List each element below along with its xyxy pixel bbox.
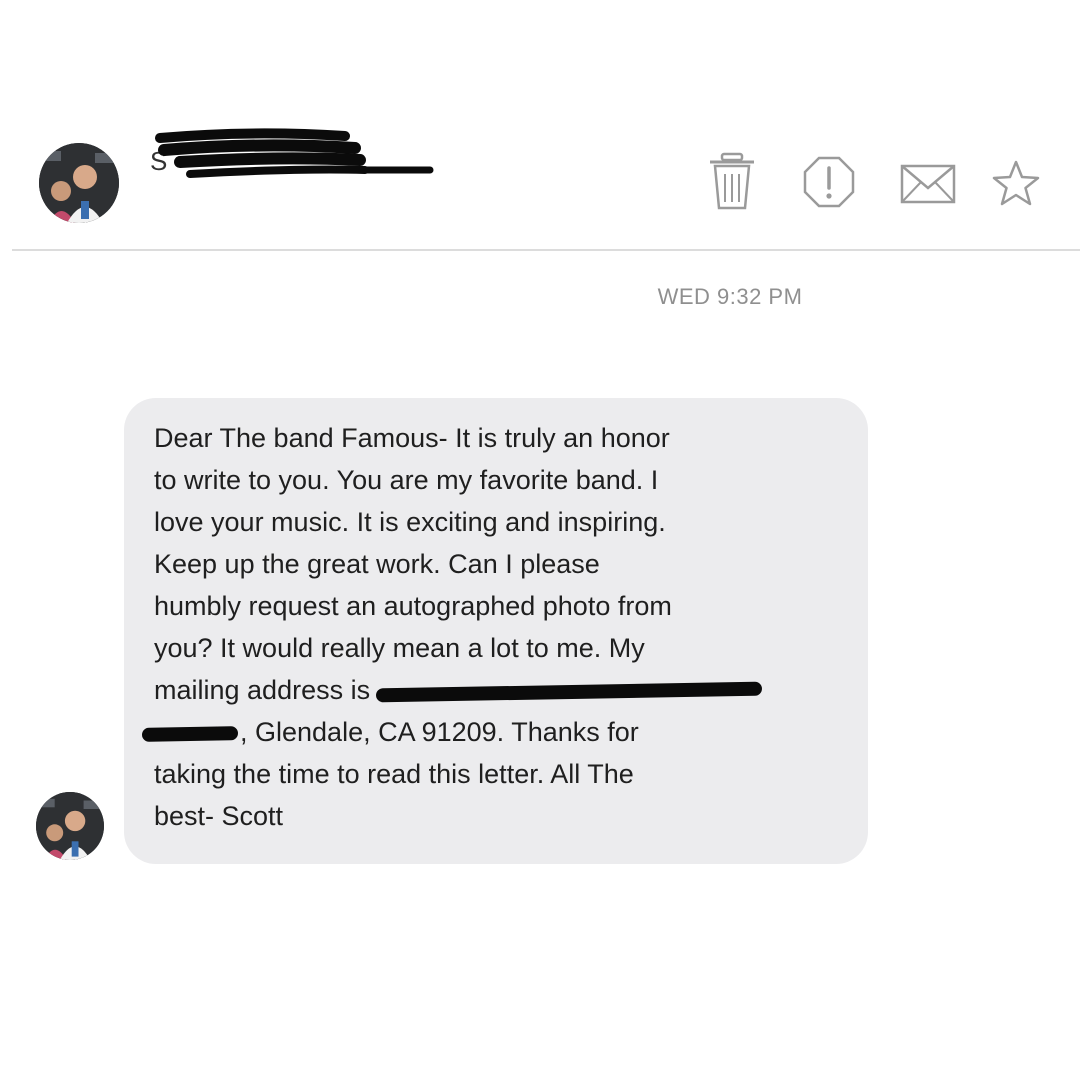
message-avatar[interactable] (36, 792, 104, 860)
message-line: you? It would really mean a lot to me. M… (154, 633, 645, 663)
message-bubble[interactable]: Dear The band Famous- It is truly an hon… (124, 398, 868, 864)
redaction-mark (141, 726, 239, 742)
report-icon[interactable] (801, 150, 857, 214)
message-line-address: mailing address is (154, 674, 763, 706)
sender-name[interactable]: S (150, 128, 440, 188)
message-line: mailing address is (154, 675, 371, 705)
conversation-header: S (0, 0, 1080, 250)
message-line-city: , Glendale, CA 91209. Thanks for (141, 716, 639, 748)
redaction-mark (155, 128, 434, 178)
message-line: , Glendale, CA 91209. Thanks for (240, 717, 639, 747)
message-line: taking the time to read this letter. All… (154, 759, 634, 789)
trash-icon[interactable] (704, 150, 760, 214)
message-line: humbly request an autographed photo from (154, 591, 672, 621)
mail-icon[interactable] (896, 150, 960, 214)
message-line: Keep up the great work. Can I please (154, 549, 600, 579)
header-divider (12, 249, 1080, 251)
redaction-mark (376, 681, 763, 703)
message-line: best- Scott (154, 801, 284, 831)
message-line: love your music. It is exciting and insp… (154, 507, 666, 537)
sender-avatar[interactable] (39, 143, 119, 223)
message-timestamp: WED 9:32 PM (657, 284, 803, 309)
message-line: Dear The band Famous- It is truly an hon… (154, 423, 670, 453)
star-icon[interactable] (988, 150, 1044, 214)
message-line: to write to you. You are my favorite ban… (154, 465, 659, 495)
